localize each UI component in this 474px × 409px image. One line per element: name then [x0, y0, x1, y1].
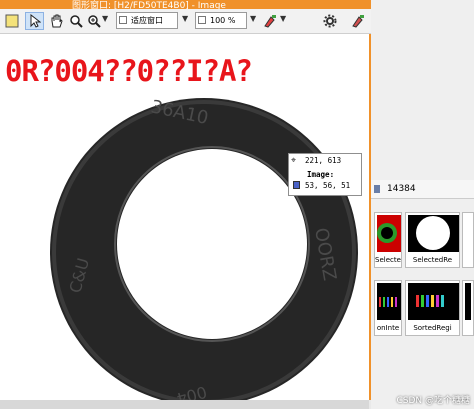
settings-gear-icon[interactable] — [322, 12, 338, 30]
tooltip-heading: Image: — [307, 170, 335, 179]
thumbnail-label: SortedRegi — [413, 324, 452, 332]
variable-inspector-pane: 14384 SelectedR SelectedRe onInte Sorted… — [371, 0, 474, 409]
thumbnail-image — [465, 215, 471, 252]
magnifier-icon[interactable] — [68, 12, 84, 30]
thumbnail-image — [408, 283, 459, 320]
zoom-combo[interactable]: 100 % — [195, 12, 247, 29]
thumbnail-region-intersect[interactable]: onInte — [374, 280, 402, 336]
thumbnail-image — [377, 283, 401, 320]
color-paint-icon[interactable] — [262, 12, 278, 30]
select-arrow-icon[interactable] — [25, 12, 44, 30]
image-toolbar: ▼ 适应窗口 ▼ 100 % ▼ ▼ — [0, 9, 371, 34]
zoom-in-icon[interactable] — [86, 12, 102, 30]
thumbnail-selected-r[interactable]: SelectedR — [374, 212, 402, 268]
pixel-color-swatch — [293, 181, 300, 189]
ocr-result-overlay: 0R?004??0??I?A? — [5, 54, 253, 88]
pointer-tool-icon[interactable] — [3, 12, 21, 30]
pixel-info-tooltip: ⌖ 221, 613 Image: 53, 56, 51 — [288, 153, 362, 196]
image-canvas[interactable]: 36A10 OORZ C&U 004 — [0, 34, 371, 408]
thumbnail-partial-2[interactable] — [462, 280, 474, 336]
zoom-chevron-icon[interactable]: ▼ — [250, 14, 256, 23]
tooltip-value: 53, 56, 51 — [305, 181, 351, 190]
thumbnail-image — [408, 215, 459, 252]
window-title: 图形窗口: [H2/FD50TE4B0] - Image — [72, 1, 226, 9]
thumbnail-label: onInte — [376, 324, 400, 332]
zoom-label: 100 % — [210, 16, 236, 25]
window-title-bar: 图形窗口: [H2/FD50TE4B0] - Image — [0, 0, 371, 9]
thumbnail-sorted-regions[interactable]: SortedRegi — [405, 280, 460, 336]
thumbnail-image — [377, 215, 401, 252]
thumbnail-label: SelectedRe — [412, 256, 453, 264]
hand-pan-icon[interactable] — [47, 12, 65, 30]
gasket-image: 36A10 OORZ C&U 004 — [50, 96, 358, 408]
fit-window-combo[interactable]: 适应窗口 — [116, 12, 178, 29]
status-strip — [0, 400, 369, 409]
thumbnail-selected-re[interactable]: SelectedRe — [405, 212, 460, 268]
thumbnail-partial[interactable] — [462, 212, 474, 268]
fit-window-chevron-icon[interactable]: ▼ — [182, 14, 188, 23]
region-count: 14384 — [387, 184, 416, 194]
tooltip-coords: 221, 613 — [305, 156, 342, 165]
color-chevron-icon[interactable]: ▼ — [280, 14, 286, 23]
region-count-bar: 14384 — [371, 180, 474, 199]
region-icon — [374, 185, 380, 193]
watermark: CSDN @吃个糖糖 — [396, 396, 470, 406]
zoom-icon — [198, 16, 206, 24]
crosshair-icon: ⌖ — [291, 156, 297, 166]
thumbnail-image — [465, 283, 471, 320]
window-icon — [119, 16, 127, 24]
clear-color-icon[interactable] — [350, 12, 366, 30]
fit-window-label: 适应窗口 — [131, 16, 163, 25]
thumbnail-label: SelectedR — [375, 256, 401, 264]
zoom-menu-chevron-icon[interactable]: ▼ — [102, 14, 108, 23]
